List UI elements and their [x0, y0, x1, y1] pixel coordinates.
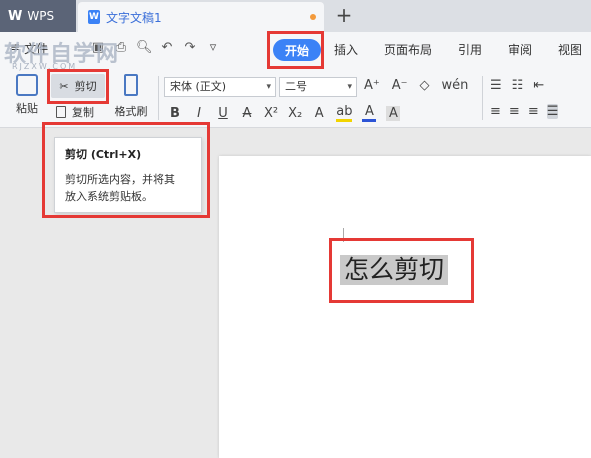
redo-icon[interactable]: ↷	[182, 40, 198, 55]
copy-icon	[56, 106, 66, 118]
subscript-icon[interactable]: X₂	[288, 106, 302, 121]
font-name-value: 宋体 (正文)	[170, 80, 227, 93]
wps-home-tab[interactable]: W WPS	[0, 0, 76, 32]
text-effect-icon[interactable]: A	[312, 106, 326, 121]
strikethrough-icon[interactable]: A	[240, 106, 254, 121]
document-tab[interactable]: W 文字文稿1	[78, 2, 324, 32]
tab-references[interactable]: 引用	[458, 41, 482, 58]
shrink-font-icon[interactable]: A⁻	[392, 78, 408, 93]
font-name-select[interactable]: 宋体 (正文) ▾	[164, 77, 276, 97]
paste-label: 粘贴	[16, 102, 38, 115]
writer-doc-icon: W	[88, 10, 100, 24]
tab-insert[interactable]: 插入	[334, 41, 358, 58]
tab-review[interactable]: 审阅	[508, 41, 532, 58]
char-shading-icon[interactable]: A	[386, 105, 401, 121]
decrease-indent-icon[interactable]: ⇤	[533, 78, 544, 93]
chevron-down-icon: ▾	[347, 82, 352, 92]
ribbon-toolbar: 粘贴 ✂ 剪切 复制 格式刷 宋体 (正文) ▾ 二号 ▾ A⁺ A⁻ ◇ wé…	[0, 66, 591, 128]
bullet-list-icon[interactable]: ☰	[490, 78, 502, 93]
tab-page-layout[interactable]: 页面布局	[384, 41, 432, 58]
justify-icon[interactable]: ☰	[546, 104, 559, 119]
list-tools: ☰ ☷ ⇤	[490, 78, 544, 93]
undo-icon[interactable]: ↶	[159, 40, 175, 55]
clear-format-icon[interactable]: ◇	[420, 78, 430, 93]
ribbon-divider	[158, 76, 159, 120]
tooltip-title: 剪切 (Ctrl+X)	[65, 148, 142, 161]
ribbon-divider	[482, 76, 483, 120]
unsaved-dot-icon	[310, 14, 316, 20]
underline-icon[interactable]: U	[216, 106, 230, 121]
italic-icon[interactable]: I	[192, 106, 206, 121]
numbered-list-icon[interactable]: ☷	[512, 78, 524, 93]
format-painter-button[interactable]: 格式刷	[111, 74, 151, 119]
margin-marker	[343, 228, 344, 242]
title-tab-bar: W WPS W 文字文稿1 +	[0, 0, 591, 32]
superscript-icon[interactable]: X²	[264, 106, 278, 121]
wps-logo-icon: W	[8, 8, 22, 24]
more-icon[interactable]: ▿	[205, 40, 221, 55]
pinyin-icon[interactable]: wén	[442, 78, 469, 93]
tooltip-body: 剪切所选内容，并将其 放入系统剪贴板。	[65, 171, 191, 205]
paste-button[interactable]: 粘贴	[10, 74, 44, 116]
scissors-icon: ✂	[59, 79, 69, 93]
alignment-tools: ≡ ≡ ≡ ☰	[490, 104, 559, 119]
cut-label: 剪切	[74, 80, 97, 93]
brush-icon	[124, 74, 138, 96]
preview-icon[interactable]: 🔍︎	[136, 40, 153, 55]
font-style-tools: B I U A X² X₂ A ab A A	[168, 104, 401, 122]
format-painter-label: 格式刷	[114, 105, 148, 118]
copy-button[interactable]: 复制	[56, 104, 94, 120]
tab-start[interactable]: 开始	[273, 39, 321, 61]
tooltip-line: 剪切所选内容，并将其	[65, 173, 175, 186]
new-tab-button[interactable]: +	[334, 4, 354, 26]
align-right-icon[interactable]: ≡	[528, 104, 539, 119]
document-tab-title: 文字文稿1	[106, 10, 162, 25]
margin-marker	[329, 240, 343, 241]
chevron-down-icon: ▾	[266, 82, 271, 92]
cut-tooltip: 剪切 (Ctrl+X) 剪切所选内容，并将其 放入系统剪贴板。	[54, 137, 202, 213]
align-center-icon[interactable]: ≡	[509, 104, 520, 119]
paste-icon	[16, 74, 38, 96]
tab-view[interactable]: 视图	[558, 41, 582, 58]
font-size-tools: A⁺ A⁻ ◇ wén	[364, 78, 468, 93]
font-size-value: 二号	[285, 80, 307, 93]
bold-icon[interactable]: B	[168, 106, 182, 121]
font-color-icon[interactable]: A	[362, 104, 377, 122]
highlight-icon[interactable]: ab	[336, 104, 353, 122]
font-size-select[interactable]: 二号 ▾	[279, 77, 357, 97]
cut-button[interactable]: ✂ 剪切	[51, 74, 105, 98]
copy-label: 复制	[72, 106, 94, 119]
selected-text[interactable]: 怎么剪切	[340, 255, 449, 285]
tooltip-line: 放入系统剪贴板。	[65, 190, 153, 203]
document-page[interactable]: 怎么剪切	[219, 156, 591, 458]
wps-home-label: WPS	[27, 9, 55, 23]
align-left-icon[interactable]: ≡	[490, 104, 501, 119]
grow-font-icon[interactable]: A⁺	[364, 78, 380, 93]
site-watermark-url: RJZXW.COM	[12, 62, 78, 71]
